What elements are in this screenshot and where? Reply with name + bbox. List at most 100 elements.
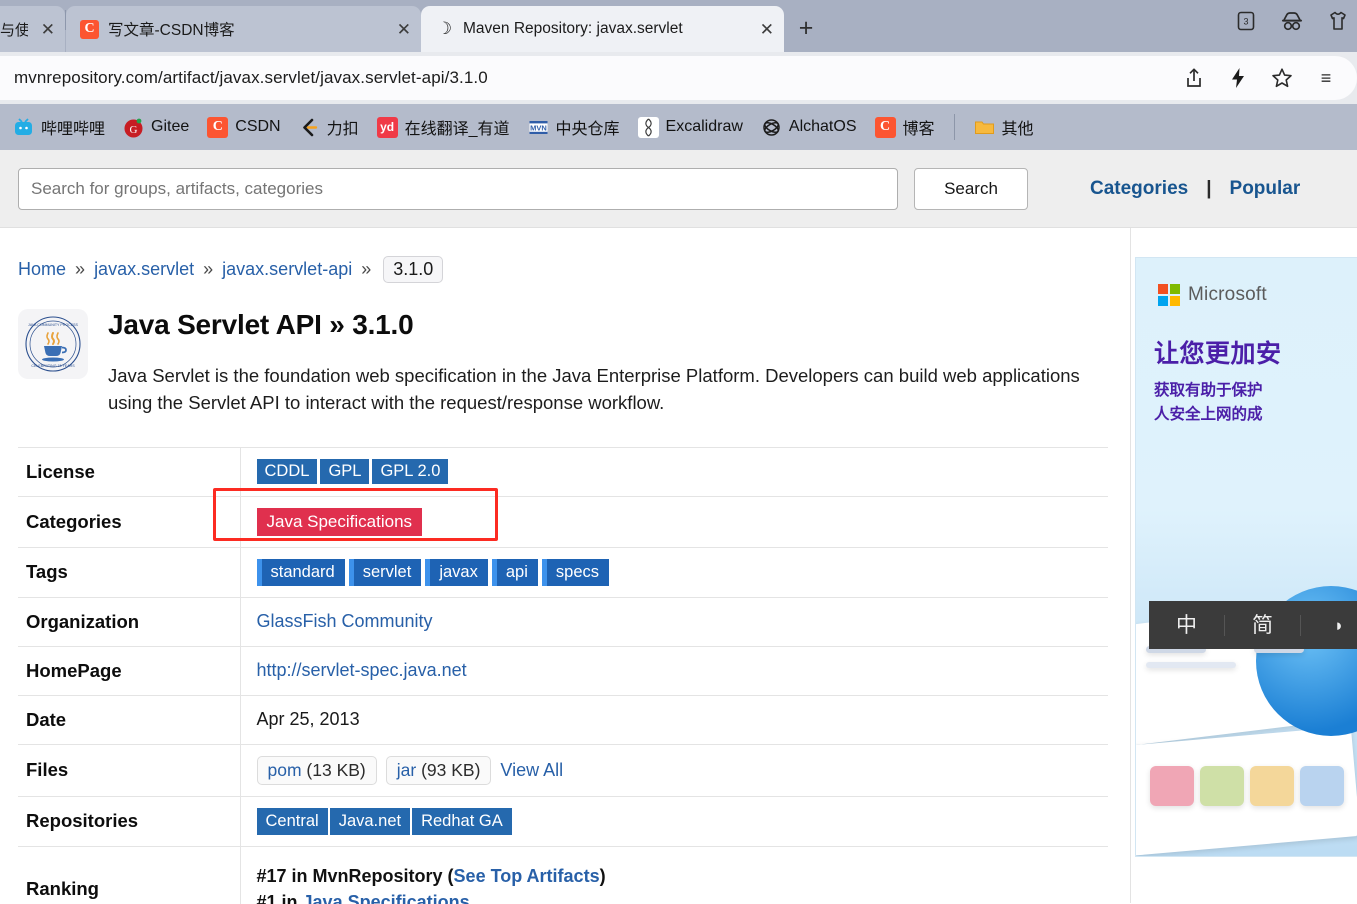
bookmark-label: 哔哩哔哩 bbox=[41, 121, 106, 138]
tag-chip[interactable]: servlet bbox=[348, 558, 422, 586]
bookmark-csdn[interactable]: C CSDN bbox=[198, 113, 289, 142]
tab-count-badge[interactable]: 3 bbox=[1233, 8, 1259, 34]
tab-close-icon[interactable]: ✕ bbox=[760, 21, 774, 38]
tab-title: Maven Repository: javax.servlet bbox=[463, 20, 683, 37]
breadcrumb-home[interactable]: Home bbox=[18, 259, 66, 279]
see-top-artifacts-link[interactable]: See Top Artifacts bbox=[454, 866, 600, 886]
excalidraw-icon bbox=[637, 116, 659, 138]
content-columns: Home » javax.servlet » javax.servlet-api… bbox=[0, 228, 1357, 904]
star-bookmark-icon[interactable] bbox=[1269, 65, 1295, 91]
youdao-icon: yd bbox=[376, 116, 398, 138]
row-value: CDDL GPL GPL 2.0 bbox=[240, 447, 1108, 496]
artifact-header: JAVA COMMUNITY PROCESS CELEBRATING 15 YE… bbox=[0, 283, 1130, 417]
browser-tab-2[interactable]: C 写文章-CSDN博客 ✕ bbox=[66, 6, 421, 52]
search-input[interactable] bbox=[18, 167, 898, 210]
sidebar-ad-column: Microsoft 让您更加安 获取有助于保护 人安全上网的成 中 简 ◗ bbox=[1131, 228, 1357, 903]
ranking-prefix: #1 in bbox=[256, 891, 303, 904]
homepage-link[interactable]: http://servlet-spec.java.net bbox=[257, 660, 467, 680]
ime-status-bar[interactable]: 中 简 ◗ bbox=[1149, 601, 1357, 649]
bilibili-icon bbox=[13, 117, 34, 138]
bookmark-excalidraw[interactable]: Excalidraw bbox=[629, 113, 752, 142]
table-row-ranking: Ranking #17 in MvnRepository (See Top Ar… bbox=[18, 846, 1108, 904]
site-search-bar: Search Categories | Popular bbox=[0, 150, 1357, 228]
bookmark-blog[interactable]: C 博客 bbox=[866, 111, 944, 143]
shirt-icon[interactable] bbox=[1325, 8, 1351, 34]
window-controls: 3 bbox=[1233, 8, 1351, 34]
breadcrumb-sep: » bbox=[203, 259, 214, 279]
nav-categories[interactable]: Categories bbox=[1090, 178, 1188, 200]
view-all-files-link[interactable]: View All bbox=[500, 760, 563, 780]
java-specifications-link[interactable]: Java Specifications bbox=[303, 892, 470, 904]
address-bar[interactable]: mvnrepository.com/artifact/javax.servlet… bbox=[0, 56, 1357, 100]
tab-close-icon[interactable]: ✕ bbox=[397, 21, 411, 38]
row-value: standard servlet javax api specs bbox=[240, 547, 1108, 597]
tag-chip[interactable]: api bbox=[491, 558, 538, 586]
java-community-process-logo: JAVA COMMUNITY PROCESS CELEBRATING 15 YE… bbox=[18, 309, 88, 379]
moon-icon: ☽ bbox=[436, 19, 453, 38]
repository-chip[interactable]: Java.net bbox=[329, 807, 411, 835]
ime-script-simplified[interactable]: 简 bbox=[1225, 614, 1301, 636]
bookmark-label: 其他 bbox=[1001, 121, 1034, 138]
repository-chip[interactable]: Central bbox=[256, 807, 328, 835]
bookmark-bilibili[interactable]: 哔哩哔哩 bbox=[4, 111, 114, 143]
leetcode-icon bbox=[299, 117, 320, 138]
breadcrumb-group[interactable]: javax.servlet bbox=[94, 259, 194, 279]
csdn-icon: C bbox=[874, 116, 896, 138]
bookmark-label: 力扣 bbox=[326, 121, 359, 138]
url-text[interactable]: mvnrepository.com/artifact/javax.servlet… bbox=[14, 68, 1181, 88]
new-tab-button[interactable]: + bbox=[784, 6, 828, 50]
bookmark-youdao[interactable]: yd 在线翻译_有道 bbox=[368, 111, 519, 143]
main-column: Home » javax.servlet » javax.servlet-api… bbox=[0, 228, 1131, 904]
row-label: Categories bbox=[18, 496, 241, 548]
file-size: (13 KB) bbox=[306, 759, 366, 780]
license-chip[interactable]: CDDL bbox=[256, 459, 318, 485]
menu-partial-icon[interactable]: ≡ bbox=[1313, 65, 1339, 91]
tag-chip[interactable]: javax bbox=[425, 558, 488, 586]
nav-popular[interactable]: Popular bbox=[1230, 178, 1301, 200]
breadcrumb-version[interactable]: 3.1.0 bbox=[383, 256, 444, 283]
lightning-icon[interactable] bbox=[1225, 65, 1251, 91]
browser-tab-1[interactable]: 与使用,M ✕ bbox=[0, 6, 65, 52]
bookmarks-divider bbox=[953, 114, 955, 140]
breadcrumb-artifact[interactable]: javax.servlet-api bbox=[222, 259, 352, 279]
repository-chip[interactable]: Redhat GA bbox=[412, 807, 512, 835]
advertisement[interactable]: Microsoft 让您更加安 获取有助于保护 人安全上网的成 中 简 ◗ bbox=[1135, 257, 1357, 857]
table-row-license: License CDDL GPL GPL 2.0 bbox=[18, 447, 1108, 497]
breadcrumb-sep: » bbox=[75, 259, 86, 279]
file-chip-pom[interactable]: pom (13 KB) bbox=[256, 755, 377, 785]
row-value: #17 in MvnRepository (See Top Artifacts)… bbox=[240, 846, 1108, 904]
bookmark-gitee[interactable]: G Gitee bbox=[114, 113, 198, 142]
search-button[interactable]: Search bbox=[914, 167, 1028, 210]
csdn-icon: C bbox=[207, 116, 229, 138]
license-chip[interactable]: GPL bbox=[320, 459, 370, 485]
category-chip[interactable]: Java Specifications bbox=[256, 507, 423, 536]
row-value: Apr 25, 2013 bbox=[256, 709, 360, 730]
bookmark-maven-central[interactable]: MVN 中央仓库 bbox=[519, 111, 629, 143]
table-row-categories: Categories Java Specifications bbox=[18, 496, 1108, 548]
microsoft-squares-icon bbox=[1158, 284, 1180, 306]
row-label: Date bbox=[18, 695, 241, 745]
browser-tab-3[interactable]: ☽ Maven Repository: javax.servlet ✕ bbox=[421, 6, 784, 52]
tag-chip[interactable]: standard bbox=[256, 558, 345, 586]
bookmark-folder-other[interactable]: 其他 bbox=[965, 111, 1043, 143]
table-row-date: Date Apr 25, 2013 bbox=[18, 695, 1108, 745]
incognito-icon[interactable] bbox=[1279, 8, 1305, 34]
bookmark-label: AlchatOS bbox=[788, 118, 857, 135]
license-chip[interactable]: GPL 2.0 bbox=[372, 459, 449, 485]
address-bar-row: mvnrepository.com/artifact/javax.servlet… bbox=[0, 52, 1357, 104]
row-label: Files bbox=[18, 744, 241, 797]
organization-link[interactable]: GlassFish Community bbox=[257, 611, 433, 631]
row-value: http://servlet-spec.java.net bbox=[240, 646, 1108, 695]
tag-chip[interactable]: specs bbox=[541, 558, 609, 586]
folder-icon bbox=[974, 117, 995, 138]
share-icon[interactable] bbox=[1181, 65, 1207, 91]
bookmark-label: CSDN bbox=[235, 118, 281, 135]
ime-mode-chinese[interactable]: 中 bbox=[1149, 614, 1225, 636]
bookmark-alchatos[interactable]: AlchatOS bbox=[752, 113, 866, 142]
bookmark-leetcode[interactable]: 力扣 bbox=[290, 111, 368, 143]
ime-tool-icon[interactable]: ◗ bbox=[1301, 617, 1357, 634]
tab-close-icon[interactable]: ✕ bbox=[41, 21, 55, 38]
table-row-homepage: HomePage http://servlet-spec.java.net bbox=[18, 646, 1108, 696]
table-row-files: Files pom (13 KB) jar (93 KB) View All bbox=[18, 744, 1108, 797]
file-chip-jar[interactable]: jar (93 KB) bbox=[385, 755, 492, 785]
